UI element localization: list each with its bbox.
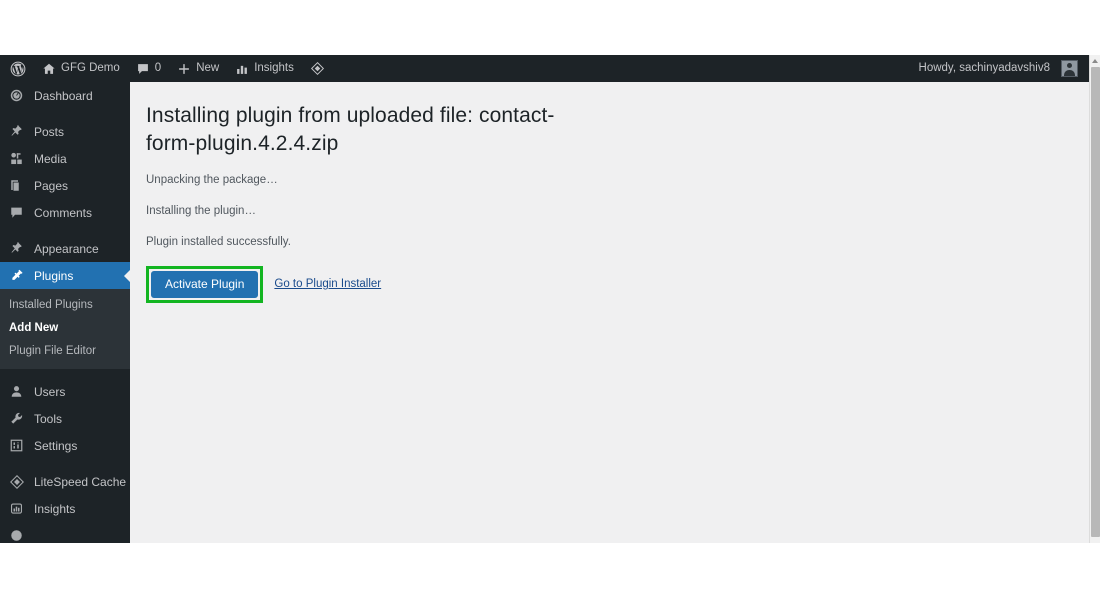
- litespeed-menu[interactable]: [302, 55, 333, 82]
- sidebar-item-label: Plugins: [34, 268, 74, 283]
- dashboard-gauge-icon: [8, 88, 25, 103]
- pages-icon: [8, 178, 25, 193]
- menu-separator: [0, 459, 130, 468]
- sidebar-item-users[interactable]: Users: [0, 378, 130, 405]
- comments-count: 0: [154, 61, 162, 74]
- sidebar-item-label: Settings: [34, 438, 78, 453]
- insights-label: Insights: [254, 61, 294, 74]
- sidebar-item-litespeed-cache[interactable]: LiteSpeed Cache: [0, 468, 130, 495]
- sidebar-item-label: Insights: [34, 501, 76, 516]
- plug-icon: [8, 268, 25, 283]
- sidebar-item-media[interactable]: Media: [0, 145, 130, 172]
- my-account-menu[interactable]: Howdy, sachinyadavshiv8: [911, 55, 1086, 82]
- admin-bar: GFG Demo 0 New Insights Howdy, sachinyad…: [0, 55, 1090, 82]
- settings-sliders-icon: [8, 438, 25, 453]
- sidebar-item-tools[interactable]: Tools: [0, 405, 130, 432]
- admin-bar-right: Howdy, sachinyadavshiv8: [911, 55, 1090, 82]
- sidebar-item-label: Pages: [34, 178, 69, 193]
- submenu-item-add-new[interactable]: Add New: [0, 317, 130, 340]
- menu-separator: [0, 226, 130, 235]
- submenu-item-installed-plugins[interactable]: Installed Plugins: [0, 294, 130, 317]
- sidebar-item-insights[interactable]: Insights: [0, 495, 130, 522]
- user-icon: [8, 384, 25, 399]
- activate-plugin-button[interactable]: Activate Plugin: [151, 270, 259, 298]
- status-line-installing: Installing the plugin…: [146, 205, 256, 218]
- sidebar-item-settings[interactable]: Settings: [0, 432, 130, 459]
- sidebar-item-dashboard[interactable]: Dashboard: [0, 82, 130, 109]
- site-name-menu[interactable]: GFG Demo: [34, 55, 128, 82]
- menu-separator: [0, 369, 130, 378]
- sidebar-item-plugins[interactable]: Plugins: [0, 262, 130, 289]
- menu-separator: [0, 109, 130, 118]
- litespeed-diamond-icon: [8, 474, 25, 490]
- account-greeting: Howdy, sachinyadavshiv8: [918, 61, 1050, 74]
- scrollbar-up-arrow-icon[interactable]: [1090, 55, 1100, 66]
- plus-icon: [177, 62, 191, 76]
- pin-icon: [8, 124, 25, 139]
- comments-menu[interactable]: 0: [128, 55, 169, 82]
- sidebar-item-label: Appearance: [34, 241, 99, 256]
- sidebar-item-label: Users: [34, 384, 66, 399]
- insights-menu[interactable]: Insights: [227, 55, 302, 82]
- admin-bar-left: GFG Demo 0 New Insights: [0, 55, 333, 82]
- screenshot-root: GFG Demo 0 New Insights Howdy, sachinyad…: [0, 0, 1100, 600]
- new-label: New: [196, 61, 220, 74]
- sidebar-item-posts[interactable]: Posts: [0, 118, 130, 145]
- submenu-item-plugin-file-editor[interactable]: Plugin File Editor: [0, 340, 130, 363]
- wp-logo-menu[interactable]: [2, 55, 34, 82]
- sidebar-item-appearance[interactable]: Appearance: [0, 235, 130, 262]
- new-content-menu[interactable]: New: [169, 55, 227, 82]
- paintbrush-icon: [8, 241, 25, 256]
- bar-chart-icon: [235, 62, 249, 76]
- sidebar-item-partial-cutoff[interactable]: [0, 522, 130, 543]
- browser-viewport: GFG Demo 0 New Insights Howdy, sachinyad…: [0, 55, 1100, 543]
- comment-bubble-icon: [136, 62, 150, 76]
- admin-sidebar-menu: Dashboard Posts Media Pages Comments App…: [0, 82, 130, 543]
- generic-menu-icon: [8, 528, 25, 543]
- home-icon: [42, 62, 56, 76]
- site-name-label: GFG Demo: [61, 61, 120, 74]
- sidebar-item-comments[interactable]: Comments: [0, 199, 130, 226]
- scrollbar-thumb[interactable]: [1091, 67, 1100, 537]
- content-wrap: Installing plugin from uploaded file: co…: [130, 82, 1090, 303]
- sidebar-item-label: Media: [34, 151, 67, 166]
- wordpress-logo-icon: [10, 61, 26, 77]
- plugins-submenu: Installed Plugins Add New Plugin File Ed…: [0, 289, 130, 369]
- sidebar-item-label: Tools: [34, 411, 63, 426]
- sidebar-item-pages[interactable]: Pages: [0, 172, 130, 199]
- go-to-plugin-installer-link[interactable]: Go to Plugin Installer: [274, 278, 381, 290]
- litespeed-diamond-icon: [310, 61, 325, 76]
- sidebar-item-label: Posts: [34, 124, 65, 139]
- media-icon: [8, 151, 25, 166]
- sidebar-item-label: Comments: [34, 205, 93, 220]
- page-title: Installing plugin from uploaded file: co…: [146, 104, 555, 155]
- sidebar-item-label: LiteSpeed Cache: [34, 474, 127, 489]
- vertical-scrollbar[interactable]: [1089, 55, 1100, 543]
- status-line-unpacking: Unpacking the package…: [146, 173, 278, 186]
- comment-bubble-icon: [8, 205, 25, 220]
- wrench-icon: [8, 411, 25, 426]
- activate-button-highlight-box: Activate Plugin: [146, 265, 264, 303]
- sidebar-item-label: Dashboard: [34, 88, 93, 103]
- main-content-area: Installing plugin from uploaded file: co…: [130, 82, 1090, 543]
- status-line-success: Plugin installed successfully.: [146, 236, 291, 249]
- action-row: Activate Plugin Go to Plugin Installer: [146, 265, 1070, 303]
- insights-icon: [8, 501, 25, 516]
- avatar-icon: [1061, 60, 1078, 77]
